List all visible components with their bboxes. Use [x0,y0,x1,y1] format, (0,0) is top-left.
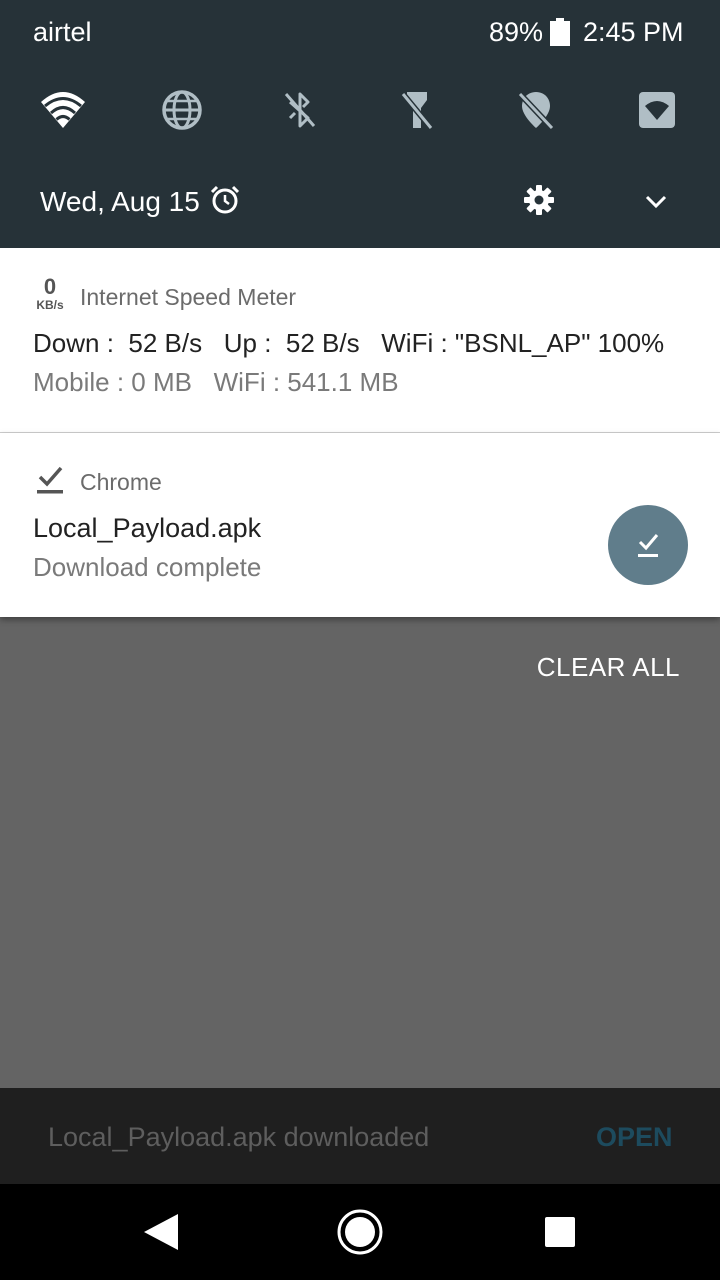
hotspot-icon [639,92,675,128]
clear-all-button[interactable]: CLEAR ALL [537,652,680,683]
flashlight-off-icon [400,92,434,130]
speed-summary: Down : 52 B/s Up : 52 B/s WiFi : "BSNL_A… [33,328,665,358]
carrier-name: airtel [33,17,92,47]
home-icon[interactable] [336,1208,384,1256]
bluetooth-tile[interactable] [278,88,322,132]
speed-meter-icon: 0 KB/s [36,274,64,313]
download-done-icon [36,465,64,495]
notification-app-name: Chrome [80,469,162,495]
notification-title: Local_Payload.apk [33,513,262,543]
chevron-down-icon[interactable] [640,185,672,217]
status-bar: airtel 89% 2:45 PM [0,0,720,66]
hotspot-tile[interactable] [635,88,679,132]
download-done-icon [638,534,659,557]
snackbar: Local_Payload.apk downloaded OPEN [0,1088,720,1184]
wifi-icon [41,92,85,128]
back-icon[interactable] [142,1212,180,1252]
date-row: Wed, Aug 15 [0,176,720,228]
chrome-download-notification[interactable]: Chrome Local_Payload.apk Download comple… [0,433,720,617]
settings-gear-icon[interactable] [522,183,556,217]
date-label[interactable]: Wed, Aug 15 [40,186,200,218]
notification-app-name: Internet Speed Meter [80,284,297,310]
battery-icon [549,18,571,46]
data-usage-summary: Mobile : 0 MB WiFi : 541.1 MB [33,367,399,397]
battery-percentage: 89% [489,17,544,47]
location-off-icon [517,91,555,131]
clock: 2:45 PM [583,17,684,47]
snackbar-message: Local_Payload.apk downloaded [48,1122,430,1152]
globe-icon [162,90,202,130]
wifi-tile[interactable] [41,88,85,132]
flashlight-tile[interactable] [395,88,439,132]
location-tile[interactable] [514,88,558,132]
alarm-icon[interactable] [209,184,241,216]
download-complete-button[interactable] [608,505,688,585]
bluetooth-off-icon [284,92,316,128]
data-tile[interactable] [160,88,204,132]
snackbar-open-button[interactable]: OPEN [596,1122,673,1153]
speed-meter-notification[interactable]: 0 KB/s Internet Speed Meter Down : 52 B/… [0,248,720,432]
recents-icon[interactable] [544,1216,576,1248]
notification-status: Download complete [33,552,262,582]
